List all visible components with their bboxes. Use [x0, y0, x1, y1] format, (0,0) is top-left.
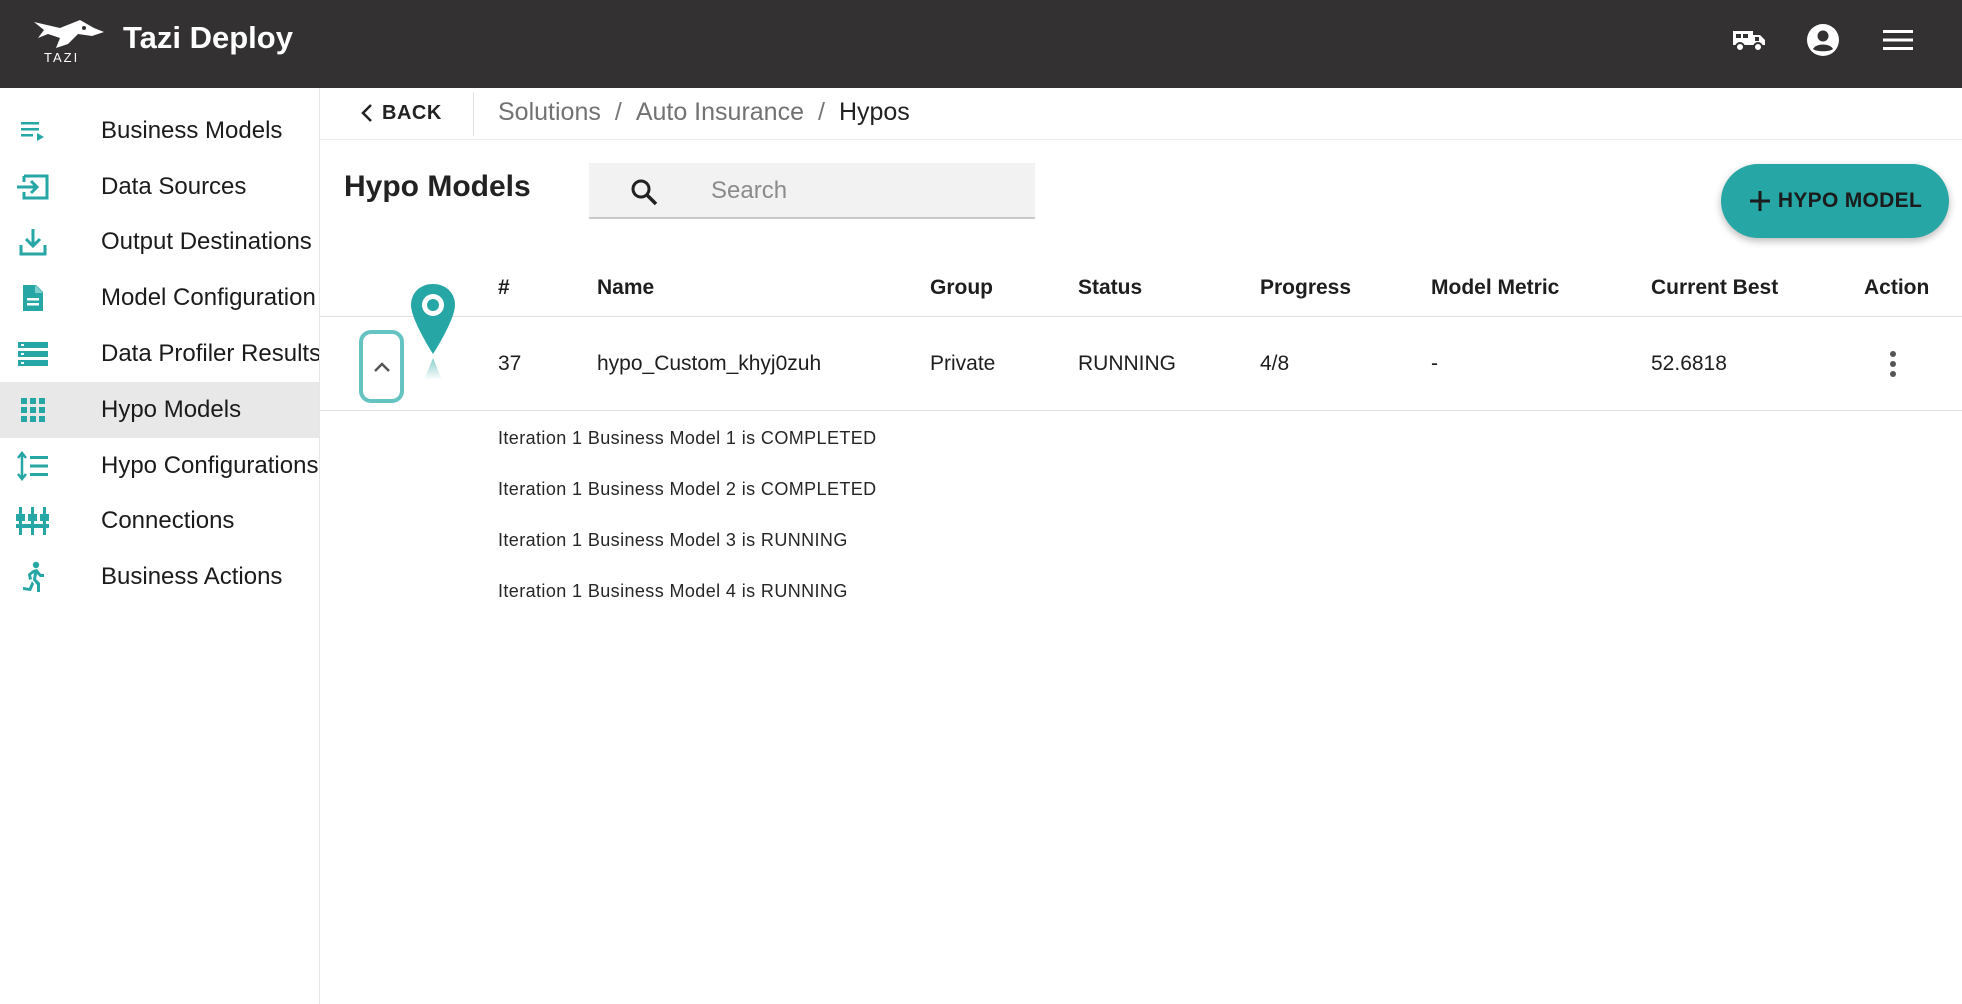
cell-current-best: 52.6818 — [1651, 352, 1727, 375]
sidebar-item-business-actions[interactable]: Business Actions — [0, 549, 319, 605]
breadcrumb: Solutions / Auto Insurance / Hypos — [498, 98, 910, 127]
column-header-name[interactable]: Name — [597, 276, 654, 300]
iteration-status-line: Iteration 1 Business Model 1 is COMPLETE… — [498, 428, 877, 448]
sidebar-item-data-profiler-results[interactable]: Data Profiler Results — [0, 326, 320, 382]
collapse-row-button[interactable] — [359, 330, 404, 403]
back-button[interactable]: BACK — [360, 96, 442, 130]
back-button-label: BACK — [382, 101, 442, 124]
column-header-model-metric[interactable]: Model Metric — [1431, 276, 1559, 300]
row-divider — [320, 410, 1962, 411]
iteration-status-line: Iteration 1 Business Model 2 is COMPLETE… — [498, 479, 877, 499]
page-title: Hypo Models — [344, 170, 531, 203]
run-icon — [16, 560, 50, 594]
plus-icon — [1749, 191, 1770, 211]
sidebar-item-hypo-models[interactable]: Hypo Models — [0, 382, 319, 438]
truck-icon[interactable] — [1729, 20, 1769, 60]
breadcrumb-auto-insurance[interactable]: Auto Insurance — [636, 98, 804, 127]
chevron-up-icon — [373, 361, 390, 372]
more-vert-icon[interactable] — [1878, 348, 1908, 380]
sidebar-item-business-models[interactable]: Business Models — [0, 103, 319, 159]
sidebar-item-label: Business Actions — [101, 563, 283, 590]
sidebar-item-label: Data Profiler Results — [101, 340, 320, 367]
sidebar-item-output-destinations[interactable]: Output Destinations — [0, 214, 319, 270]
iteration-status-line: Iteration 1 Business Model 4 is RUNNING — [498, 581, 848, 601]
breadcrumb-solutions[interactable]: Solutions — [498, 98, 601, 127]
column-header-number[interactable]: # — [498, 276, 510, 300]
iteration-status-line: Iteration 1 Business Model 3 is RUNNING — [498, 530, 848, 550]
cell-name[interactable]: hypo_Custom_khyj0zuh — [597, 352, 821, 376]
cell-number: 37 — [498, 352, 522, 375]
column-header-progress[interactable]: Progress — [1260, 276, 1351, 300]
breadcrumb-separator: / — [817, 98, 825, 126]
search-input[interactable] — [711, 171, 1011, 211]
add-hypo-model-button[interactable]: HYPO MODEL — [1721, 164, 1949, 238]
logo-text: TAZI — [44, 50, 80, 65]
divider — [473, 92, 474, 136]
sidebar-item-model-configuration[interactable]: Model Configuration — [0, 270, 319, 326]
sidebar-item-label: Connections — [101, 507, 235, 534]
sidebar-item-hypo-configurations[interactable]: Hypo Configurations — [0, 438, 319, 494]
location-pin-icon — [411, 284, 455, 380]
cell-model-metric: - — [1431, 352, 1438, 375]
cell-progress: 4/8 — [1260, 352, 1290, 375]
chevron-left-icon — [361, 104, 372, 122]
search-box[interactable] — [589, 163, 1035, 219]
add-button-label: HYPO MODEL — [1777, 189, 1923, 212]
download-icon — [16, 225, 50, 259]
account-icon[interactable] — [1803, 20, 1843, 60]
grid-icon — [16, 393, 50, 427]
sidebar-item-label: Model Configuration — [101, 284, 316, 311]
sidebar-item-label: Hypo Configurations — [101, 452, 319, 479]
column-header-group[interactable]: Group — [930, 276, 993, 300]
sidebar: Business Models Data Sources Output Dest… — [0, 88, 320, 1004]
breadcrumb-separator: / — [614, 98, 622, 126]
column-header-action: Action — [1864, 276, 1930, 299]
sidebar-item-data-sources[interactable]: Data Sources — [0, 159, 319, 215]
document-icon — [16, 281, 50, 315]
tune-icon — [16, 504, 50, 538]
menu-icon[interactable] — [1878, 20, 1918, 60]
header-divider — [320, 316, 1962, 317]
storage-icon — [16, 337, 50, 371]
cell-status: RUNNING — [1078, 352, 1176, 375]
sidebar-item-label: Business Models — [101, 117, 283, 144]
breadcrumb-bar: BACK Solutions / Auto Insurance / Hypos — [320, 88, 1962, 140]
sidebar-item-connections[interactable]: Connections — [0, 493, 319, 549]
app-title: Tazi Deploy — [123, 20, 293, 55]
search-icon — [631, 179, 658, 206]
cell-group: Private — [930, 352, 996, 375]
sidebar-item-label: Output Destinations — [101, 228, 312, 255]
playlist-icon — [16, 114, 50, 148]
column-header-status[interactable]: Status — [1078, 276, 1142, 300]
sidebar-item-label: Hypo Models — [101, 396, 242, 423]
column-header-current-best[interactable]: Current Best — [1651, 276, 1778, 300]
breadcrumb-hypos: Hypos — [838, 98, 910, 126]
sidebar-item-label: Data Sources — [101, 173, 247, 200]
top-app-bar: TAZI Tazi Deploy — [0, 0, 1962, 88]
format-line-spacing-icon — [16, 449, 50, 483]
input-icon — [16, 170, 50, 204]
